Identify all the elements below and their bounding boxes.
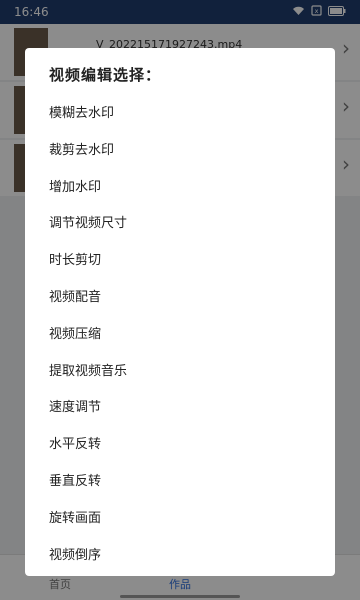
option-compress[interactable]: 视频压缩 — [49, 317, 335, 354]
option-extract-audio[interactable]: 提取视频音乐 — [49, 354, 335, 391]
option-trim-duration[interactable]: 时长剪切 — [49, 243, 335, 280]
option-adjust-size[interactable]: 调节视频尺寸 — [49, 206, 335, 243]
video-edit-dialog: 视频编辑选择： 模糊去水印 裁剪去水印 增加水印 调节视频尺寸 时长剪切 视频配… — [25, 48, 335, 576]
home-indicator[interactable] — [120, 595, 240, 598]
option-blur-watermark[interactable]: 模糊去水印 — [49, 96, 335, 133]
dialog-title: 视频编辑选择： — [49, 66, 162, 84]
option-rotate[interactable]: 旋转画面 — [49, 501, 335, 538]
option-speed[interactable]: 速度调节 — [49, 390, 335, 427]
option-flip-horizontal[interactable]: 水平反转 — [49, 427, 335, 464]
option-voiceover[interactable]: 视频配音 — [49, 280, 335, 317]
option-flip-vertical[interactable]: 垂直反转 — [49, 464, 335, 501]
option-add-watermark[interactable]: 增加水印 — [49, 170, 335, 207]
option-crop-watermark[interactable]: 裁剪去水印 — [49, 133, 335, 170]
option-reverse[interactable]: 视频倒序 — [49, 538, 335, 575]
edit-options-list: 模糊去水印 裁剪去水印 增加水印 调节视频尺寸 时长剪切 视频配音 视频压缩 提… — [49, 96, 335, 574]
